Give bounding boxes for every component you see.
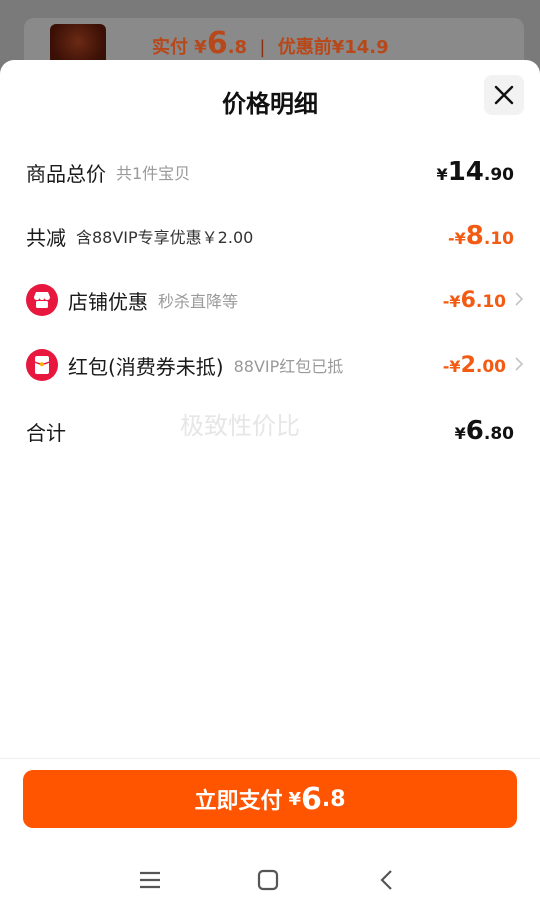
shop-discount-int: 6 <box>460 287 476 313</box>
red-packet-label: 红包(消费券未抵) <box>68 354 224 379</box>
red-packet-currency: -¥ <box>442 356 461 376</box>
row-total-price: 商品总价 共1件宝贝 ¥14.90 <box>26 152 514 192</box>
total-discount-sub: 含88VIP专享优惠￥2.00 <box>76 228 254 247</box>
close-button[interactable] <box>484 75 524 115</box>
menu-button[interactable] <box>136 866 164 894</box>
close-icon <box>494 85 514 105</box>
total-discount-int: 8 <box>465 221 484 251</box>
back-icon <box>380 870 392 890</box>
row-shop-discount[interactable]: 店铺优惠 秒杀直降等 -¥ 6.10 <box>26 280 524 320</box>
pay-now-button[interactable]: 立即支付 ¥6.8 <box>23 770 517 828</box>
sum-currency: ¥ <box>454 424 466 443</box>
shop-discount-dec: .10 <box>475 291 506 312</box>
pay-now-dec: .8 <box>321 786 346 812</box>
shop-discount-sub: 秒杀直降等 <box>158 292 239 311</box>
red-packet-dec: .00 <box>475 356 506 377</box>
footer-divider <box>0 758 540 759</box>
sum-amount: ¥6.80 <box>455 416 514 446</box>
menu-icon <box>140 871 160 889</box>
chevron-right-icon <box>515 356 524 371</box>
red-packet-sub: 88VIP红包已抵 <box>233 357 344 376</box>
system-navbar <box>0 848 540 912</box>
shop-discount-amount: -¥ 6.10 <box>443 288 526 313</box>
total-price-amount: ¥14.90 <box>437 157 514 187</box>
sum-label: 合计 <box>26 420 66 445</box>
watermark: 极致性价比 <box>180 412 300 440</box>
red-packet-amount: -¥ 2.00 <box>443 353 526 378</box>
total-discount-dec: .10 <box>483 229 514 249</box>
shop-discount-currency: -¥ <box>442 291 461 311</box>
paid-int: 6 <box>206 26 228 61</box>
sheet-title: 价格明细 <box>222 90 318 118</box>
price-detail-sheet: 价格明细 商品总价 共1件宝贝 ¥14.90 共减 含88VIP专享优惠￥2.0… <box>0 60 540 912</box>
row-red-packet[interactable]: 红包(消费券未抵) 88VIP红包已抵 -¥ 2.00 <box>26 345 524 385</box>
chevron-right-icon <box>515 291 524 306</box>
home-button[interactable] <box>254 866 282 894</box>
total-price-dec: .90 <box>483 165 514 185</box>
total-price-int: 14 <box>447 157 484 187</box>
pay-now-int: 6 <box>301 781 322 817</box>
paid-currency: ¥ <box>194 37 207 58</box>
paid-dec: .8 <box>227 37 248 58</box>
sum-int: 6 <box>465 416 484 446</box>
before-label: 优惠前 <box>277 37 332 58</box>
pay-now-currency: ¥ <box>288 788 301 810</box>
home-icon <box>257 869 279 891</box>
sum-dec: .80 <box>483 424 514 444</box>
pay-now-label: 立即支付 <box>194 789 283 814</box>
price-separator: | <box>259 37 266 58</box>
total-price-label: 商品总价 <box>26 161 106 186</box>
red-packet-int: 2 <box>460 352 476 378</box>
total-price-sub: 共1件宝贝 <box>116 164 191 183</box>
total-discount-currency: -¥ <box>448 229 466 248</box>
total-price-currency: ¥ <box>436 165 448 184</box>
before-price: ¥14.9 <box>331 37 389 58</box>
shop-icon <box>26 284 58 316</box>
total-discount-label: 共减 <box>26 225 66 250</box>
background-price: 实付 ¥6.8 | 优惠前¥14.9 <box>152 26 389 61</box>
shop-discount-label: 店铺优惠 <box>68 289 148 314</box>
total-discount-amount: -¥ 8.10 <box>448 221 514 251</box>
back-button[interactable] <box>372 866 400 894</box>
red-packet-icon <box>26 349 58 381</box>
row-total-discount: 共减 含88VIP专享优惠￥2.00 -¥ 8.10 <box>26 216 514 256</box>
paid-label: 实付 <box>152 37 188 58</box>
